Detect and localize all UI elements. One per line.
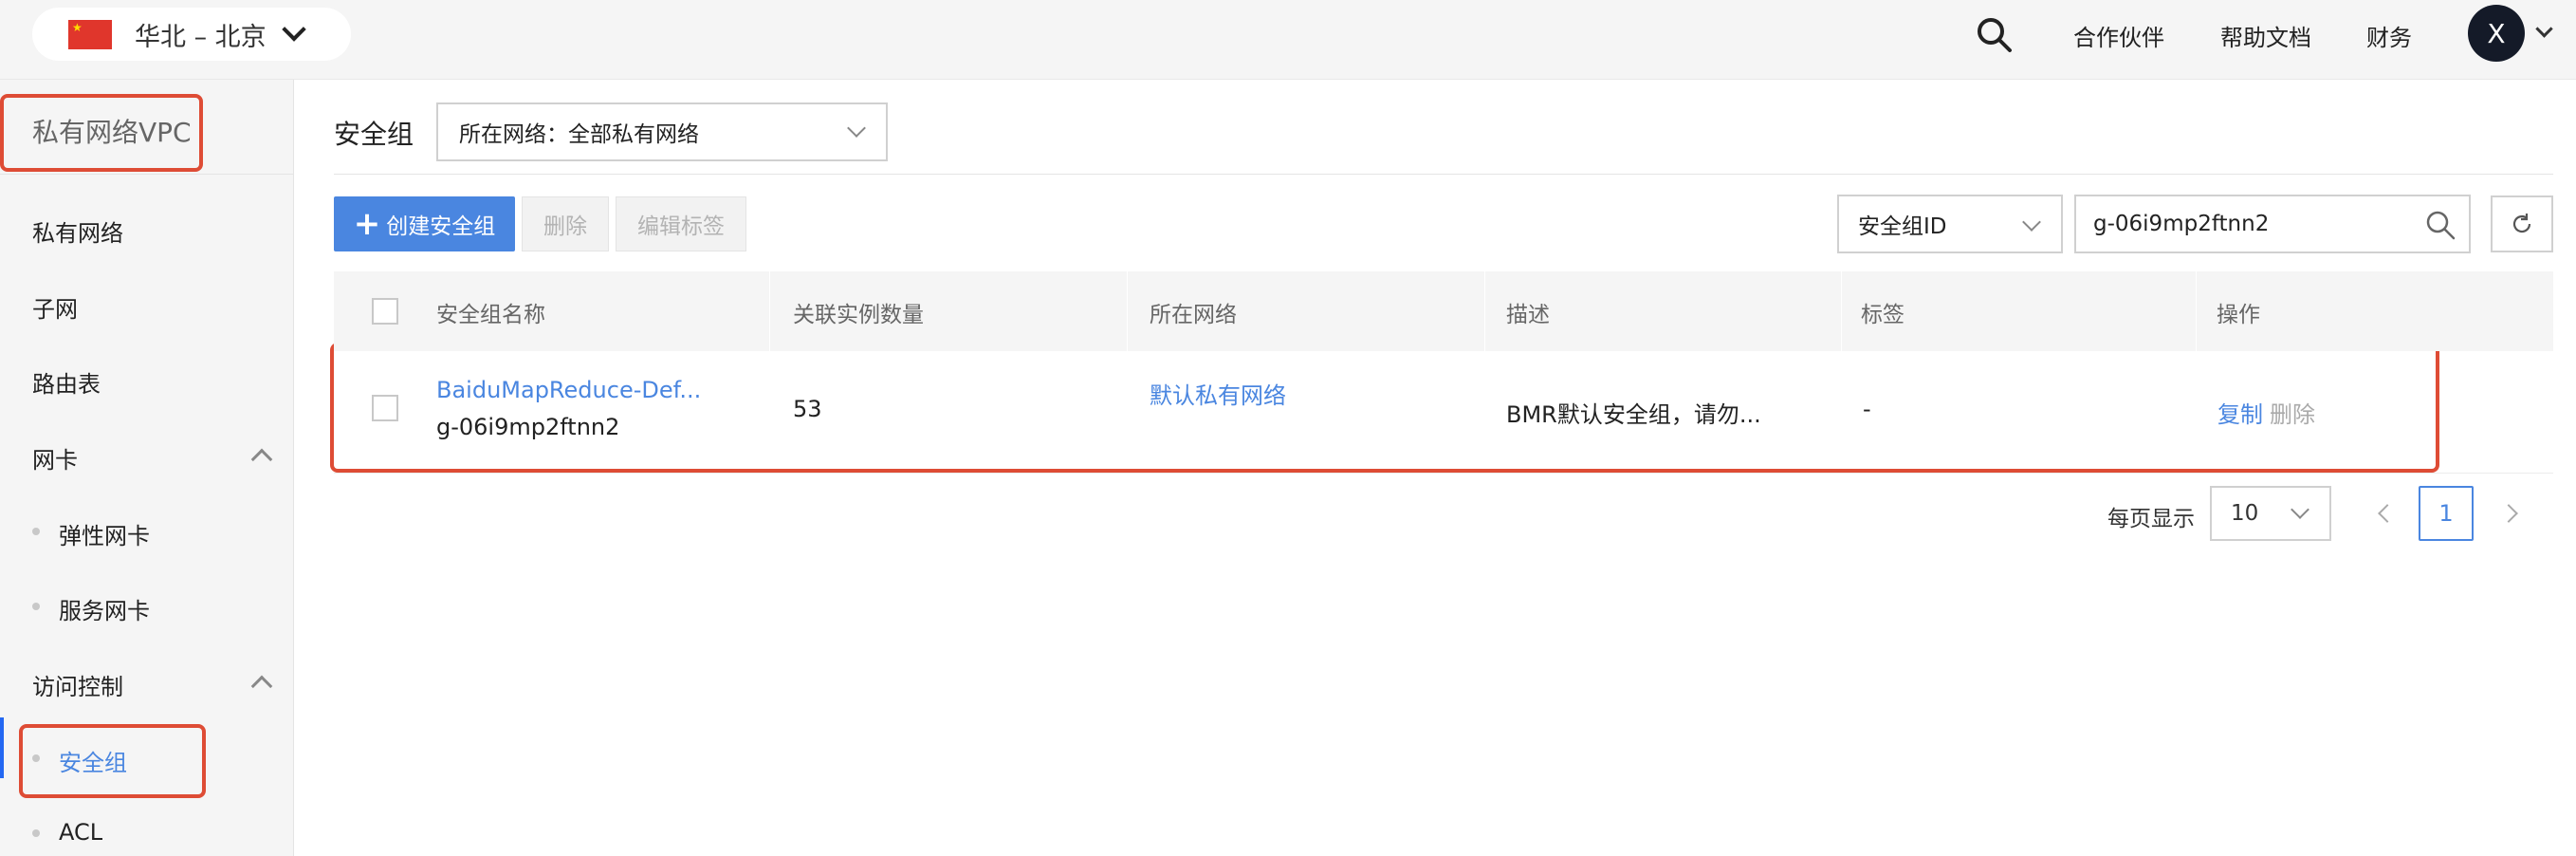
select-all-checkbox[interactable] <box>372 298 398 325</box>
page-title: 安全组 <box>334 119 414 150</box>
column-header-actions[interactable]: 操作 <box>2217 296 2260 328</box>
refresh-button[interactable] <box>2491 195 2553 252</box>
column-divider <box>2196 271 2197 351</box>
sidebar-item-subnet[interactable]: 子网 <box>32 290 78 324</box>
active-indicator <box>0 717 4 778</box>
column-header-network[interactable]: 所在网络 <box>1150 296 1237 328</box>
search-field-value: 安全组ID <box>1858 214 1947 239</box>
column-header-instances[interactable]: 关联实例数量 <box>793 296 924 328</box>
sidebar-item-service-nic[interactable]: 服务网卡 <box>59 592 150 625</box>
chevron-down-icon <box>2022 213 2041 232</box>
page-size-label: 每页显示 <box>2107 507 2195 531</box>
column-divider <box>1484 271 1485 351</box>
column-header-description[interactable]: 描述 <box>1506 296 1550 328</box>
chevron-up-icon[interactable] <box>250 675 273 698</box>
chevron-down-icon[interactable] <box>2535 20 2553 38</box>
search-input[interactable]: g-06i9mp2ftnn2 <box>2074 195 2471 253</box>
chevron-up-icon[interactable] <box>250 448 273 471</box>
delete-button[interactable]: 删除 <box>522 196 609 251</box>
network-filter-select[interactable]: 所在网络：全部私有网络 <box>436 102 888 161</box>
bullet-icon <box>32 603 40 610</box>
sidebar-group-nic[interactable]: 网卡 <box>32 441 78 475</box>
bullet-icon <box>32 528 40 535</box>
chevron-left-icon[interactable] <box>2378 504 2397 523</box>
plus-icon: + <box>353 205 381 243</box>
delete-action[interactable]: 删除 <box>2270 396 2315 429</box>
row-checkbox[interactable] <box>372 395 398 421</box>
divider <box>0 174 294 175</box>
chevron-down-icon <box>2291 500 2309 519</box>
search-value: g-06i9mp2ftnn2 <box>2093 212 2270 236</box>
highlight-box <box>330 343 2439 473</box>
column-header-name[interactable]: 安全组名称 <box>436 296 545 328</box>
chevron-down-icon <box>281 17 306 42</box>
create-security-group-button[interactable]: + 创建安全组 <box>334 196 515 251</box>
create-button-label: 创建安全组 <box>386 214 496 239</box>
china-flag-icon <box>68 19 112 49</box>
divider <box>334 473 2553 474</box>
search-icon[interactable] <box>1975 15 2013 53</box>
sidebar-group-access-control[interactable]: 访问控制 <box>32 668 123 701</box>
column-divider <box>769 271 770 351</box>
instance-count: 53 <box>793 396 822 422</box>
table-header: 安全组名称 关联实例数量 所在网络 描述 标签 操作 <box>334 271 2553 351</box>
copy-action[interactable]: 复制 <box>2217 396 2263 429</box>
sidebar-item-vpc[interactable]: 私有网络 <box>32 214 123 248</box>
highlight-box <box>0 94 203 172</box>
network-link[interactable]: 默认私有网络 <box>1150 377 1286 410</box>
refresh-icon <box>2512 214 2531 233</box>
column-divider <box>1127 271 1128 351</box>
chevron-down-icon <box>847 119 866 138</box>
help-docs-link[interactable]: 帮助文档 <box>2220 19 2311 52</box>
sidebar-item-route-table[interactable]: 路由表 <box>32 365 101 399</box>
security-group-name-link[interactable]: BaiduMapReduce-Def... <box>436 377 701 403</box>
network-filter-value: 所在网络：全部私有网络 <box>459 122 699 147</box>
page-size-value: 10 <box>2231 501 2259 526</box>
page-number-current[interactable]: 1 <box>2419 486 2474 541</box>
search-icon[interactable] <box>2425 210 2456 240</box>
highlight-box <box>19 724 206 798</box>
avatar[interactable]: X <box>2468 5 2525 62</box>
divider <box>334 174 2553 175</box>
region-selector[interactable]: 华北 – 北京 <box>32 8 351 61</box>
column-header-tags[interactable]: 标签 <box>1861 296 1904 328</box>
column-divider <box>1841 271 1842 351</box>
tags-value: - <box>1863 396 1871 422</box>
edit-tags-button[interactable]: 编辑标签 <box>616 196 746 251</box>
region-label: 华北 – 北京 <box>135 22 267 52</box>
bullet-icon <box>32 829 40 837</box>
chevron-right-icon[interactable] <box>2499 504 2518 523</box>
partner-link[interactable]: 合作伙伴 <box>2073 19 2164 52</box>
description: BMR默认安全组，请勿... <box>1506 401 1761 428</box>
top-bar: 华北 – 北京 合作伙伴 帮助文档 财务 X <box>0 0 2576 80</box>
search-field-select[interactable]: 安全组ID <box>1837 195 2063 253</box>
finance-link[interactable]: 财务 <box>2366 19 2412 52</box>
page-size-select[interactable]: 10 <box>2210 486 2331 541</box>
security-group-id: g-06i9mp2ftnn2 <box>436 414 620 440</box>
sidebar-item-elastic-nic[interactable]: 弹性网卡 <box>59 517 150 550</box>
sidebar-item-acl[interactable]: ACL <box>59 819 102 846</box>
